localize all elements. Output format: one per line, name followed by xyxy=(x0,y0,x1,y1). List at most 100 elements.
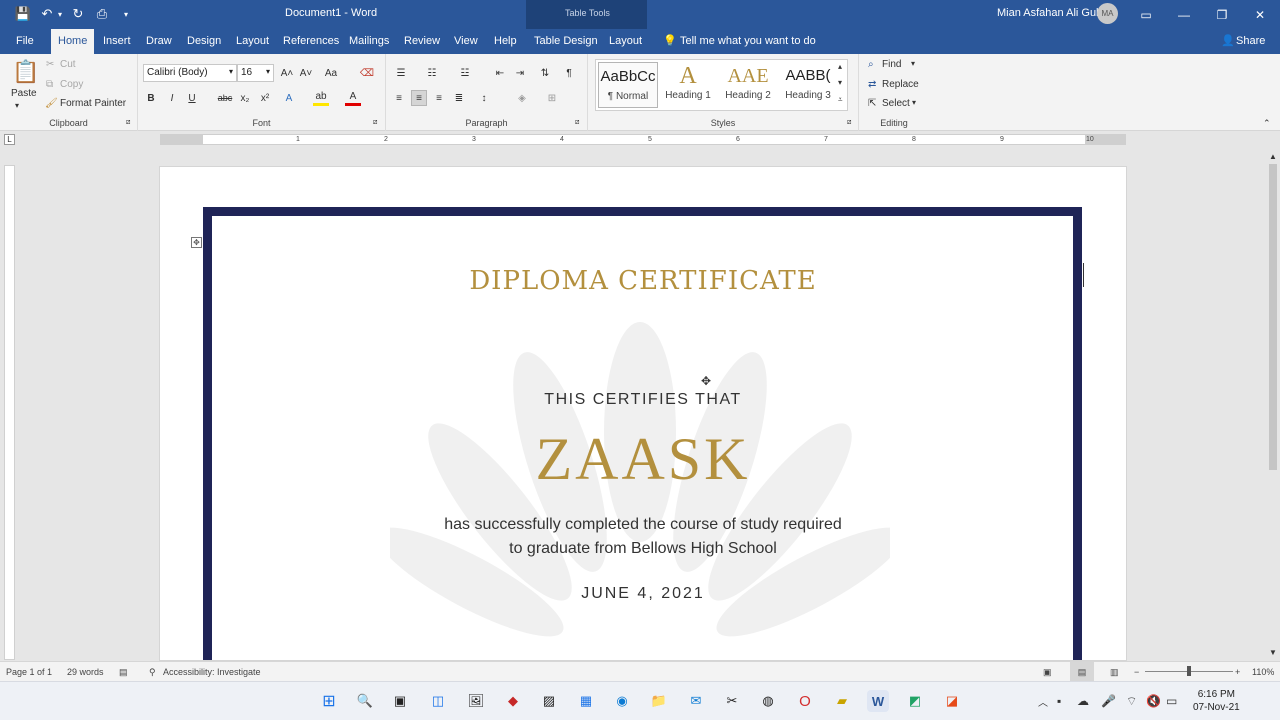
maximize-button[interactable]: ❐ xyxy=(1203,0,1241,29)
grow-font-icon[interactable]: A˄ xyxy=(279,65,295,81)
zoom-slider-thumb[interactable] xyxy=(1187,666,1191,676)
minimize-button[interactable]: — xyxy=(1165,0,1203,29)
microphone-icon[interactable]: 🎤 xyxy=(1101,694,1116,708)
style-heading-2[interactable]: AAE Heading 2 xyxy=(718,62,778,108)
vertical-ruler[interactable] xyxy=(4,165,15,660)
recorder-icon[interactable]: ◪ xyxy=(941,690,963,712)
collapse-ribbon-icon[interactable]: ⌃ xyxy=(1263,118,1271,129)
select-icon[interactable]: ⇱ xyxy=(868,98,876,109)
styles-scroll-down-icon[interactable]: ▾ xyxy=(838,78,842,87)
tab-mailings[interactable]: Mailings xyxy=(342,29,396,54)
sort-icon[interactable]: ⇅ xyxy=(537,65,553,81)
cut-icon[interactable]: ✂ xyxy=(46,59,54,70)
search-icon[interactable]: 🔍 xyxy=(354,690,376,712)
cut-button[interactable]: Cut xyxy=(60,59,76,70)
line-spacing-icon[interactable]: ↕ xyxy=(476,90,492,106)
word-count[interactable]: 29 words xyxy=(67,667,104,677)
style-heading-3[interactable]: AABB( Heading 3 xyxy=(778,62,838,108)
ribbon-display-options-icon[interactable]: ▭ xyxy=(1127,0,1165,29)
align-right-icon[interactable]: ≡ xyxy=(431,90,447,106)
redo-icon[interactable]: ↻ xyxy=(70,5,86,23)
find-icon[interactable]: ⌕ xyxy=(868,59,874,70)
scroll-thumb[interactable] xyxy=(1269,164,1277,470)
strikethrough-icon[interactable]: abc xyxy=(217,90,233,106)
snipping-tool-icon[interactable]: ✂ xyxy=(721,690,743,712)
align-left-icon[interactable]: ≡ xyxy=(391,90,407,106)
find-button[interactable]: Find xyxy=(882,59,901,70)
opera-icon[interactable]: O xyxy=(794,690,816,712)
photos-icon[interactable]: 🖼 xyxy=(465,690,487,712)
select-button[interactable]: Select xyxy=(882,98,910,109)
file-explorer-icon[interactable]: 📁 xyxy=(648,690,670,712)
user-name[interactable]: Mian Asfahan Ali Gul xyxy=(997,7,1099,19)
wifi-icon[interactable]: ⌔ xyxy=(1126,694,1137,709)
horizontal-ruler[interactable]: 1 2 3 4 5 6 7 8 9 10 xyxy=(160,134,1126,145)
paragraph-launcher-icon[interactable]: ⧄ xyxy=(575,119,579,127)
superscript-icon[interactable]: x² xyxy=(257,90,273,106)
highlight-icon[interactable]: ab xyxy=(313,90,329,106)
align-center-icon[interactable]: ≡ xyxy=(411,90,427,106)
paste-dropdown-icon[interactable]: ▾ xyxy=(15,101,19,110)
font-launcher-icon[interactable]: ⧄ xyxy=(373,119,377,127)
tab-table-layout[interactable]: Layout xyxy=(602,29,649,54)
copy-button[interactable]: Copy xyxy=(60,79,83,90)
tab-insert[interactable]: Insert xyxy=(96,29,138,54)
certifies-text[interactable]: THIS CERTIFIES THAT xyxy=(160,391,1126,409)
proofing-icon[interactable]: ▤ xyxy=(119,667,128,678)
multilevel-list-icon[interactable]: ☳ xyxy=(457,65,473,81)
tab-help[interactable]: Help xyxy=(487,29,524,54)
zoom-level[interactable]: 110% xyxy=(1252,667,1274,677)
bullets-icon[interactable]: ☰ xyxy=(393,65,409,81)
print-preview-icon[interactable]: ⎙ xyxy=(94,5,110,23)
zoom-out-button[interactable]: − xyxy=(1134,667,1139,677)
tab-table-design[interactable]: Table Design xyxy=(527,29,605,54)
tab-layout[interactable]: Layout xyxy=(229,29,276,54)
graduation-date[interactable]: JUNE 4, 2021 xyxy=(160,585,1126,603)
undo-icon[interactable]: ↶ xyxy=(39,5,55,23)
font-name-combo[interactable]: Calibri (Body) ▾ xyxy=(143,64,237,82)
edge-icon[interactable]: ◉ xyxy=(611,690,633,712)
tray-app-icon[interactable]: ▪ xyxy=(1057,694,1061,708)
style-normal[interactable]: AaBbCc ¶ Normal xyxy=(598,62,658,108)
camtasia-icon[interactable]: ◩ xyxy=(904,690,926,712)
tab-references[interactable]: References xyxy=(276,29,346,54)
replace-button[interactable]: Replace xyxy=(882,79,919,90)
notes-app-icon[interactable]: ▨ xyxy=(538,690,560,712)
save-icon[interactable]: 💾 xyxy=(15,5,31,23)
page-count[interactable]: Page 1 of 1 xyxy=(6,667,52,677)
increase-indent-icon[interactable]: ⇥ xyxy=(512,65,528,81)
shrink-font-icon[interactable]: A˅ xyxy=(298,65,314,81)
web-layout-icon[interactable]: ▥ xyxy=(1110,667,1119,678)
undo-dropdown-icon[interactable]: ▾ xyxy=(55,5,65,23)
close-button[interactable]: ✕ xyxy=(1241,0,1279,29)
font-color-icon[interactable]: A xyxy=(345,90,361,106)
show-marks-icon[interactable]: ¶ xyxy=(561,65,577,81)
tab-design[interactable]: Design xyxy=(180,29,228,54)
text-effects-icon[interactable]: A xyxy=(281,90,297,106)
styles-launcher-icon[interactable]: ⧄ xyxy=(847,119,851,127)
copy-icon[interactable]: ⧉ xyxy=(46,79,53,90)
vertical-scrollbar[interactable]: ▲ ▼ xyxy=(1266,150,1280,661)
word-taskbar-icon[interactable]: W xyxy=(867,690,889,712)
scroll-up-icon[interactable]: ▲ xyxy=(1269,152,1277,161)
borders-icon[interactable]: ⊞ xyxy=(544,90,560,106)
format-painter-icon[interactable]: 🖌 xyxy=(45,98,58,109)
diploma-title[interactable]: DIPLOMA CERTIFICATE xyxy=(160,266,1126,296)
underline-icon[interactable]: U xyxy=(184,90,200,106)
volume-icon[interactable]: 🔇 xyxy=(1146,694,1161,708)
subscript-icon[interactable]: x₂ xyxy=(237,90,253,106)
print-layout-icon[interactable]: ▤ xyxy=(1070,662,1094,681)
document-page[interactable]: ✥ DIPLOMA CERTIFICATE THIS CERTIFIES THA… xyxy=(159,166,1127,661)
avatar[interactable]: MA xyxy=(1097,3,1118,24)
show-hidden-icons-icon[interactable]: ︿ xyxy=(1038,694,1048,709)
paste-button[interactable]: Paste xyxy=(11,88,37,99)
font-size-combo[interactable]: 16 ▾ xyxy=(237,64,274,82)
recipient-name[interactable]: ZAASK xyxy=(160,425,1126,494)
game-app-icon[interactable]: ◆ xyxy=(502,690,524,712)
task-view-icon[interactable]: ▣ xyxy=(389,690,411,712)
widgets-icon[interactable]: ◫ xyxy=(427,690,449,712)
styles-more-icon[interactable]: ⩡ xyxy=(838,95,843,105)
tab-review[interactable]: Review xyxy=(397,29,447,54)
change-case-icon[interactable]: Aa xyxy=(323,65,339,81)
shading-icon[interactable]: ◈ xyxy=(514,90,530,106)
